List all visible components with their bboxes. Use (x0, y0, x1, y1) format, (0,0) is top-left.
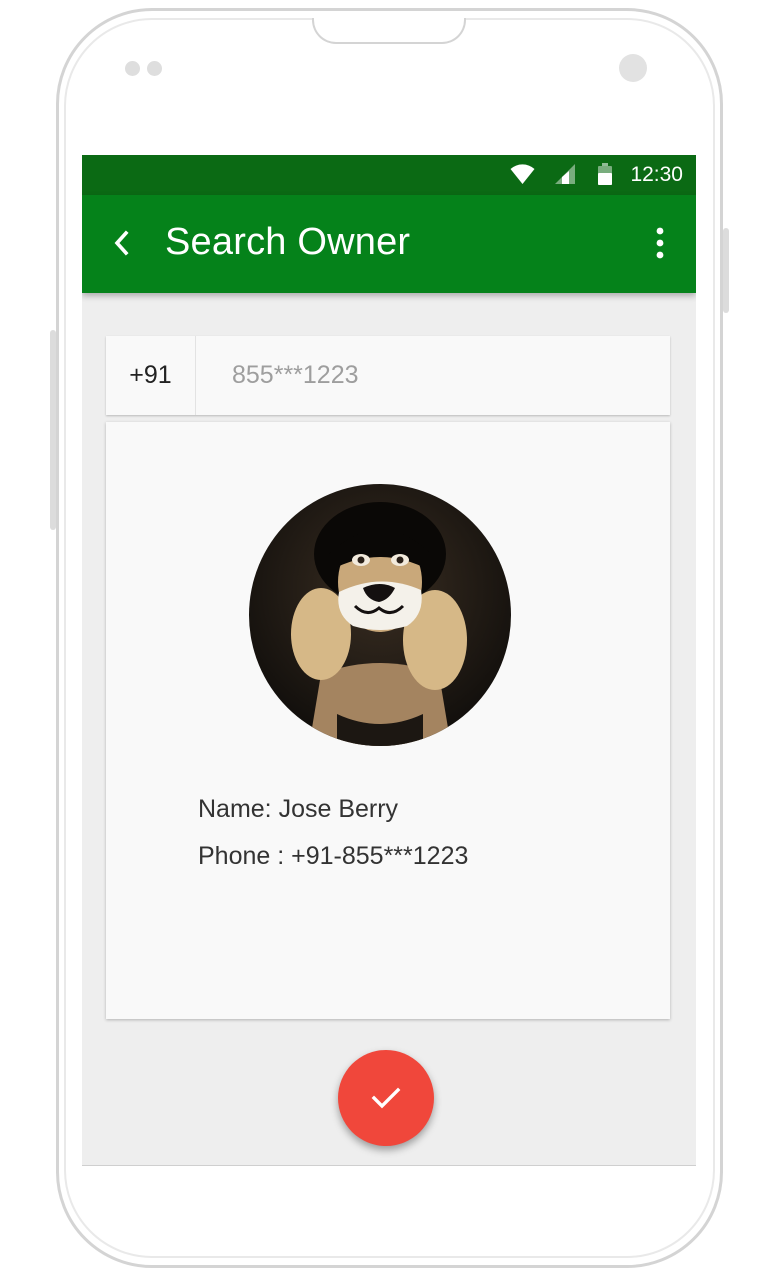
cell-signal-icon (555, 164, 575, 184)
more-vert-icon[interactable] (652, 226, 668, 260)
power-button (723, 228, 729, 313)
status-bar: 12:30 (82, 155, 696, 195)
wifi-icon (510, 164, 535, 184)
owner-result-card: Name: Jose Berry Phone : +91-855***1223 (106, 422, 670, 1019)
phone-number-input[interactable] (197, 336, 670, 415)
volume-button (50, 330, 56, 530)
phone-search-row: +91 (106, 336, 670, 415)
owner-name: Name: Jose Berry (198, 795, 399, 823)
front-camera (619, 54, 647, 82)
app-screen: 12:30 Search Owner +91 855***1223 Name: … (82, 155, 696, 1166)
avatar (249, 484, 511, 746)
status-time: 12:30 (630, 163, 683, 186)
app-bar: Search Owner (82, 195, 696, 293)
country-code-selector[interactable]: +91 (106, 336, 196, 415)
battery-icon (598, 163, 612, 185)
page-title: Search Owner (165, 221, 411, 263)
check-icon (371, 1087, 401, 1109)
chevron-left-icon[interactable] (112, 229, 130, 257)
owner-phone: Phone : +91-855***1223 (198, 842, 469, 870)
light-sensor (147, 61, 162, 76)
confirm-button[interactable] (338, 1050, 434, 1146)
speaker-notch (312, 18, 466, 44)
proximity-sensor (125, 61, 140, 76)
